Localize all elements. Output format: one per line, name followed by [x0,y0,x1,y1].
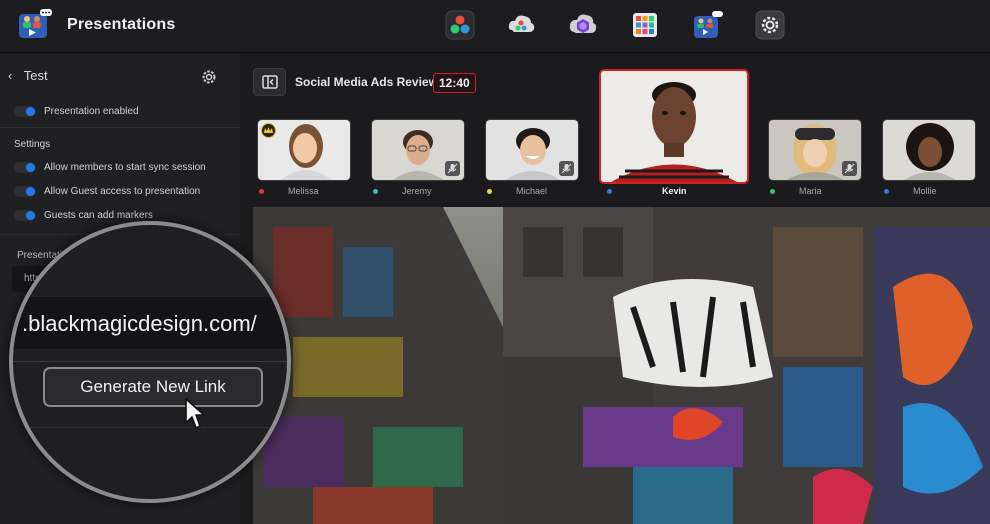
mic-muted-icon [842,161,857,176]
collapse-sidebar-button[interactable] [253,68,286,96]
chevron-left-icon: ‹ [8,68,13,83]
divider [0,127,240,128]
divider [13,427,287,428]
status-dot [259,188,264,194]
toggle-label: Allow Guest access to presentation [44,185,201,197]
participant-tile-melissa[interactable] [257,119,351,181]
participant-name-tag: Kevin [607,185,687,197]
mic-muted-icon [559,161,574,176]
toggle-switch[interactable] [14,209,36,221]
toggle-switch[interactable] [14,105,36,117]
participant-tile-maria[interactable] [768,119,862,181]
presentations-icon[interactable] [693,10,723,40]
toggle-label: Allow members to start sync session [44,161,206,173]
cloud-hexagon-icon[interactable] [568,10,598,40]
participant-name: Michael [516,186,548,196]
participant-tile-mollie[interactable] [882,119,976,181]
generate-new-link-button[interactable]: Generate New Link [43,367,263,407]
top-bar: Presentations [0,0,990,53]
status-dot [884,188,889,194]
settings-icon[interactable] [755,10,785,40]
toggle-label: Presentation enabled [44,105,139,117]
toggle-switch[interactable] [14,185,36,197]
divider [13,361,287,362]
status-dot [770,188,775,194]
participant-name-tag: Maria [770,185,822,197]
resolve-icon[interactable] [445,10,475,40]
app-title: Presentations [67,16,176,33]
mouse-pointer-icon [184,397,206,431]
participant-tile-jeremy[interactable] [371,119,465,181]
participant-tile-michael[interactable] [485,119,579,181]
session-title: Social Media Ads Review [295,75,438,89]
toggle-switch[interactable] [14,161,36,173]
toggle-label: Guests can add markers [44,209,153,221]
back-button[interactable]: ‹ Test [8,68,48,83]
participant-name: Jeremy [402,186,432,196]
participant-video [601,71,747,182]
presentation-viewer[interactable] [253,207,990,524]
participant-name: Mollie [913,186,937,196]
resolve-cloud-icon[interactable] [506,10,536,40]
participant-tile-kevin[interactable] [599,69,749,184]
guests-markers-toggle[interactable]: Guests can add markers [14,207,153,223]
allow-guest-toggle[interactable]: Allow Guest access to presentation [14,183,200,199]
participant-name-tag: Jeremy [373,185,432,197]
participant-name: Melissa [288,186,319,196]
sidebar-collapse-icon [262,75,278,89]
link-url-zoomed: .blackmagicdesign.com/ [22,311,257,336]
zoom-magnifier: .blackmagicdesign.com/ Generate New Link [9,221,291,503]
presentation-enabled-toggle[interactable]: Presentation enabled [14,103,139,119]
participant-name-tag: Mollie [884,185,937,197]
session-timer: 12:40 [433,73,476,93]
presentations-logo-icon [18,9,52,39]
participant-name-tag: Michael [487,185,547,197]
host-crown-icon [261,123,276,138]
graffiti-image [253,207,990,524]
allow-sync-toggle[interactable]: Allow members to start sync session [14,159,206,175]
status-dot [487,188,492,194]
participant-video [883,120,975,180]
presentation-name: Test [23,68,48,83]
library-icon[interactable] [630,10,660,40]
participant-name: Maria [799,186,822,196]
gear-icon[interactable] [200,68,218,86]
status-dot [607,188,612,194]
participant-name: Kevin [662,186,687,196]
status-dot [373,188,378,194]
mic-muted-icon [445,161,460,176]
settings-heading: Settings [14,139,51,150]
participant-name-tag: Melissa [259,185,319,197]
